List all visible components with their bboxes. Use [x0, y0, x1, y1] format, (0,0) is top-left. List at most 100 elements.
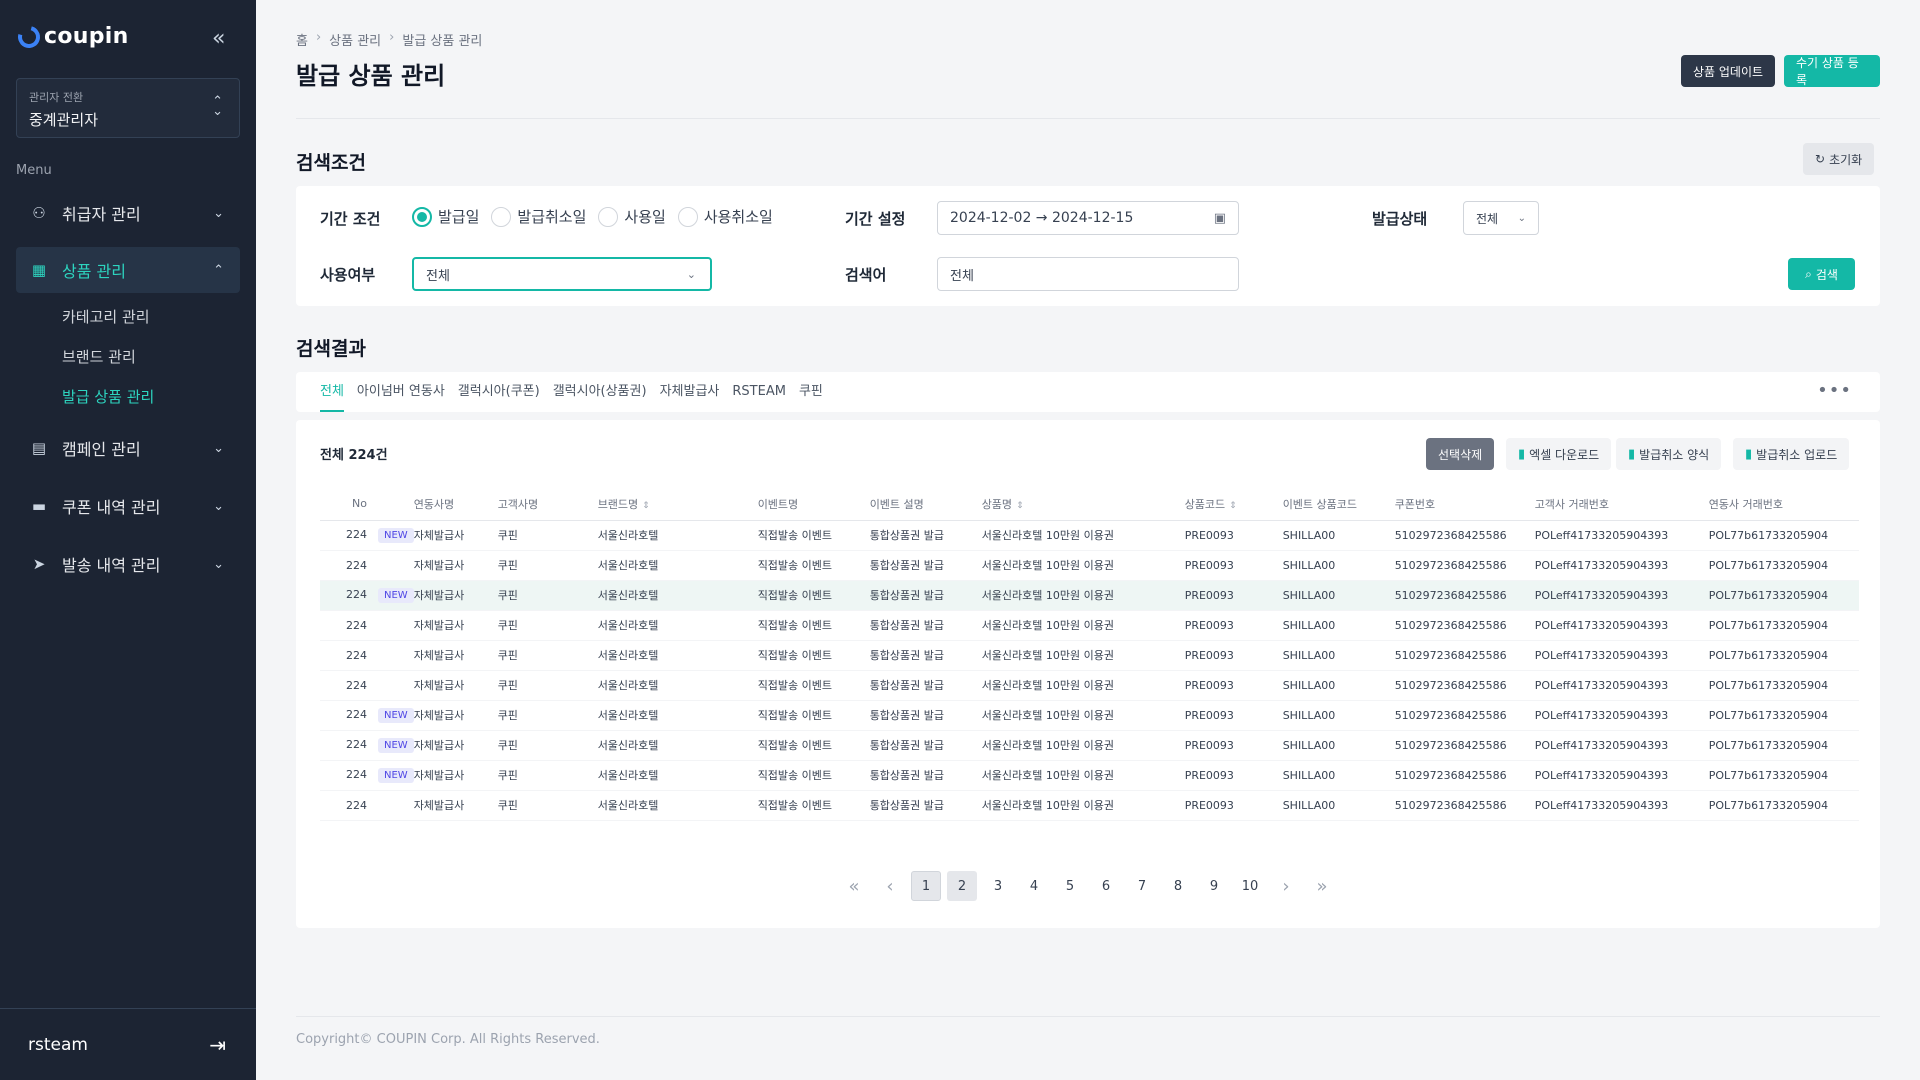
- cell-no: 224: [320, 550, 414, 581]
- table-row[interactable]: 224 자체발급사 쿠핀 서울신라호텔 직접발송 이벤트 통합상품권 발급 서울신라호텔 1…: [320, 610, 1859, 641]
- keyword-input[interactable]: 전체: [937, 257, 1239, 291]
- sort-icon: ⇕: [1229, 500, 1237, 511]
- cell-client-tx: POLeff41733205904393: [1534, 580, 1709, 611]
- sidebar-subitem-category[interactable]: 카테고리 관리: [62, 306, 150, 327]
- date-range-input[interactable]: 2024-12-02 → 2024-12-15 ▣: [937, 201, 1239, 235]
- sidebar-subitem-issued-product[interactable]: 발급 상품 관리: [62, 386, 154, 407]
- collapse-sidebar-icon[interactable]: «: [212, 26, 225, 51]
- table-row[interactable]: 224 NEW 자체발급사 쿠핀 서울신라호텔 직접발송 이벤트 통합상품권 발급 서울신라호…: [320, 760, 1859, 791]
- page-8[interactable]: 8: [1163, 871, 1193, 901]
- search-button[interactable]: ⌕ 검색: [1788, 258, 1855, 290]
- use-select[interactable]: 전체 ⌄: [412, 257, 712, 291]
- reset-button[interactable]: ↻ 초기화: [1803, 143, 1875, 175]
- refresh-icon: ↻: [1815, 152, 1826, 166]
- tab-rsteam[interactable]: RSTEAM: [732, 372, 786, 412]
- tab-self-issuer[interactable]: 자체발급사: [660, 372, 720, 412]
- cell-event-code: SHILLA00: [1282, 640, 1395, 671]
- cell-no: 224 NEW: [320, 520, 414, 551]
- sidebar-item-handler[interactable]: ⚇ 취급자 관리 ⌄: [16, 190, 240, 236]
- sidebar-item-send-history[interactable]: ➤ 발송 내역 관리 ⌄: [16, 541, 240, 587]
- first-page-icon[interactable]: «: [839, 871, 869, 901]
- row-number: 224: [346, 707, 367, 721]
- page-6[interactable]: 6: [1091, 871, 1121, 901]
- page-2[interactable]: 2: [947, 871, 977, 901]
- sidebar-item-campaign[interactable]: ▤ 캠페인 관리 ⌄: [16, 425, 240, 471]
- cell-partner: 자체발급사: [413, 790, 498, 821]
- last-page-icon[interactable]: »: [1307, 871, 1337, 901]
- page-10[interactable]: 10: [1235, 871, 1265, 901]
- tab-galaxia-coupon[interactable]: 갤럭시아(쿠폰): [458, 372, 540, 412]
- logout-icon[interactable]: ⇥: [209, 1033, 226, 1057]
- next-page-icon[interactable]: ›: [1271, 871, 1301, 901]
- cell-brand: 서울신라호텔: [597, 790, 758, 821]
- prev-page-icon[interactable]: ‹: [875, 871, 905, 901]
- table-row[interactable]: 224 자체발급사 쿠핀 서울신라호텔 직접발송 이벤트 통합상품권 발급 서울신라호텔 1…: [320, 670, 1859, 701]
- sidebar-item-product[interactable]: ▦ 상품 관리 ⌃: [16, 247, 240, 293]
- document-icon: ▮: [1518, 446, 1526, 462]
- page-9[interactable]: 9: [1199, 871, 1229, 901]
- cell-client: 쿠핀: [497, 520, 598, 551]
- date-label: 기간 설정: [845, 210, 906, 228]
- tab-inumber[interactable]: 아이넘버 연동사: [357, 372, 445, 412]
- cell-coupon: 5102972368425586: [1394, 670, 1535, 701]
- radio-cancel-date[interactable]: 발급취소일: [491, 206, 586, 227]
- cell-product: 서울신라호텔 10만원 이용권: [981, 520, 1185, 551]
- excel-download-button[interactable]: ▮ 엑셀 다운로드: [1506, 438, 1612, 470]
- delete-selected-button[interactable]: 선택삭제: [1426, 438, 1495, 470]
- logo[interactable]: coupin: [13, 21, 129, 52]
- col-product[interactable]: 상품명 ⇕: [981, 488, 1185, 521]
- cell-event-code: SHILLA00: [1282, 580, 1395, 611]
- radio-issue-date[interactable]: 발급일: [412, 206, 479, 227]
- breadcrumb-product[interactable]: 상품 관리: [329, 30, 381, 49]
- table-row[interactable]: 224 NEW 자체발급사 쿠핀 서울신라호텔 직접발송 이벤트 통합상품권 발급 서울신라호…: [320, 520, 1859, 551]
- chevron-down-icon: ⌄: [213, 205, 224, 221]
- radio-use-date[interactable]: 사용일: [598, 206, 666, 227]
- col-brand[interactable]: 브랜드명 ⇕: [597, 488, 758, 521]
- cell-client-tx: POLeff41733205904393: [1534, 700, 1709, 731]
- page-5[interactable]: 5: [1055, 871, 1085, 901]
- cell-event-desc: 통합상품권 발급: [869, 580, 982, 611]
- cell-partner: 자체발급사: [413, 700, 498, 731]
- col-coupon: 쿠폰번호: [1394, 488, 1535, 521]
- col-event: 이벤트명: [757, 488, 870, 521]
- tab-galaxia-voucher[interactable]: 갤럭시아(상품권): [553, 372, 647, 412]
- table-row[interactable]: 224 NEW 자체발급사 쿠핀 서울신라호텔 직접발송 이벤트 통합상품권 발급 서울신라호…: [320, 580, 1859, 611]
- page-1[interactable]: 1: [911, 871, 941, 901]
- status-select[interactable]: 전체 ⌄: [1463, 201, 1539, 235]
- cell-code: PRE0093: [1184, 520, 1283, 551]
- more-icon[interactable]: •••: [1817, 380, 1852, 401]
- table-row[interactable]: 224 자체발급사 쿠핀 서울신라호텔 직접발송 이벤트 통합상품권 발급 서울신라호텔 1…: [320, 550, 1859, 581]
- table-row[interactable]: 224 NEW 자체발급사 쿠핀 서울신라호텔 직접발송 이벤트 통합상품권 발급 서울신라호…: [320, 730, 1859, 761]
- radio-use-cancel-date[interactable]: 사용취소일: [677, 206, 773, 227]
- tab-coupin[interactable]: 쿠핀: [799, 372, 823, 412]
- breadcrumb-home[interactable]: 홈: [296, 30, 308, 49]
- cancel-form-button[interactable]: ▮ 발급취소 양식: [1616, 438, 1722, 470]
- col-code[interactable]: 상품코드 ⇕: [1184, 488, 1283, 521]
- sidebar-item-coupon-history[interactable]: ▬ 쿠폰 내역 관리 ⌄: [16, 483, 240, 529]
- tab-all[interactable]: 전체: [320, 372, 344, 412]
- chevron-down-icon: ⌄: [213, 556, 224, 572]
- result-tabs: 전체 아이넘버 연동사 갤럭시아(쿠폰) 갤럭시아(상품권) 자체발급사 RST…: [296, 372, 1880, 412]
- col-no: No: [320, 488, 414, 521]
- cell-client-tx: POLeff41733205904393: [1534, 730, 1709, 761]
- admin-switch-select[interactable]: 관리자 전환 중계관리자 ⌃ ⌄: [16, 78, 240, 138]
- product-update-button[interactable]: 상품 업데이트: [1681, 55, 1776, 87]
- cell-coupon: 5102972368425586: [1394, 580, 1535, 611]
- table-row[interactable]: 224 NEW 자체발급사 쿠핀 서울신라호텔 직접발송 이벤트 통합상품권 발급 서울신라호…: [320, 700, 1859, 731]
- page-7[interactable]: 7: [1127, 871, 1157, 901]
- page-3[interactable]: 3: [983, 871, 1013, 901]
- manual-product-register-button[interactable]: 수기 상품 등록: [1784, 55, 1880, 87]
- page-4[interactable]: 4: [1019, 871, 1049, 901]
- cell-product: 서울신라호텔 10만원 이용권: [981, 700, 1185, 731]
- cell-event-code: SHILLA00: [1282, 670, 1395, 701]
- radio-label: 발급일: [438, 208, 480, 226]
- table-row[interactable]: 224 자체발급사 쿠핀 서울신라호텔 직접발송 이벤트 통합상품권 발급 서울신라호텔 1…: [320, 640, 1859, 671]
- cancel-upload-button[interactable]: ▮ 발급취소 업로드: [1733, 438, 1850, 470]
- table-row[interactable]: 224 자체발급사 쿠핀 서울신라호텔 직접발송 이벤트 통합상품권 발급 서울신라호텔 1…: [320, 790, 1859, 821]
- cell-coupon: 5102972368425586: [1394, 550, 1535, 581]
- cell-event-desc: 통합상품권 발급: [869, 520, 982, 551]
- cell-client: 쿠핀: [497, 730, 598, 761]
- col-client: 고객사명: [497, 488, 598, 521]
- cell-partner-tx: POL77b61733205904: [1708, 520, 1859, 551]
- sidebar-subitem-brand[interactable]: 브랜드 관리: [62, 346, 136, 367]
